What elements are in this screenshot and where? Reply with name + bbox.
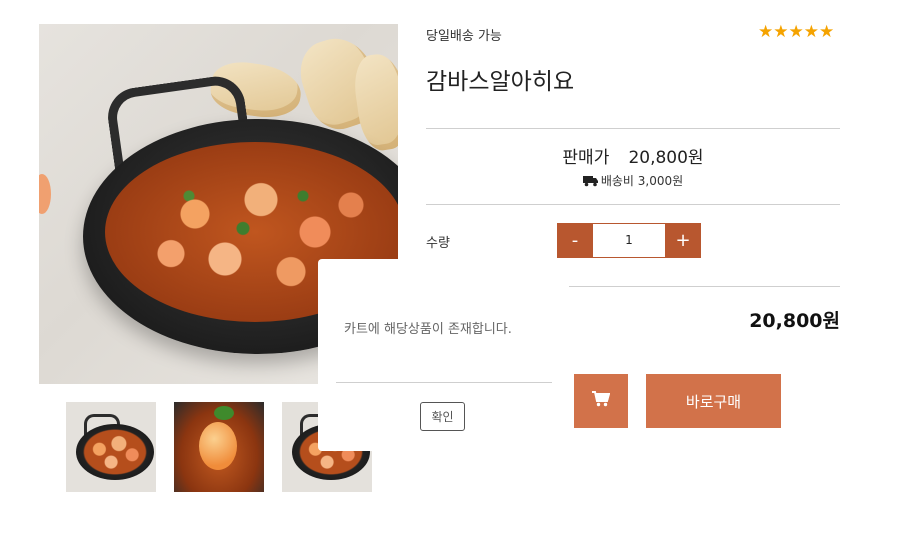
thumbnail-2[interactable]: [174, 402, 264, 492]
thumbnail-1[interactable]: [66, 402, 156, 492]
buy-now-button[interactable]: 바로구매: [646, 374, 781, 428]
alert-dialog: 카트에 해당상품이 존재합니다. 확인: [318, 259, 569, 451]
quantity-stepper: - 1 +: [557, 223, 701, 258]
quantity-increment-button[interactable]: +: [665, 223, 701, 258]
product-detail-page: 당일배송 가능 ★★★★★ 감바스알아히요 판매가 20,800원 배송비 3,…: [0, 0, 912, 537]
total-price: 20,800원: [749, 310, 840, 332]
shipping-fee: 배송비 3,000원: [600, 174, 684, 188]
dialog-message: 카트에 해당상품이 존재합니다.: [344, 322, 512, 337]
quantity-input[interactable]: 1: [593, 223, 665, 258]
price-value: 20,800원: [628, 148, 704, 168]
shipping-info: 배송비 3,000원: [426, 172, 840, 190]
dialog-confirm-button[interactable]: 확인: [420, 402, 465, 431]
divider: [426, 128, 840, 129]
price-row: 판매가 20,800원: [426, 143, 840, 168]
dialog-divider: [336, 382, 552, 383]
rating-stars: ★★★★★: [758, 22, 835, 42]
quantity-label: 수량: [426, 236, 450, 251]
add-to-cart-button[interactable]: [574, 374, 628, 428]
divider: [426, 204, 840, 205]
quantity-decrement-button[interactable]: -: [557, 223, 593, 258]
price-label: 판매가: [562, 148, 610, 168]
truck-icon: [582, 175, 599, 190]
cart-icon: [592, 391, 611, 411]
product-title: 감바스알아히요: [426, 69, 575, 95]
same-day-delivery-tag: 당일배송 가능: [426, 29, 502, 44]
